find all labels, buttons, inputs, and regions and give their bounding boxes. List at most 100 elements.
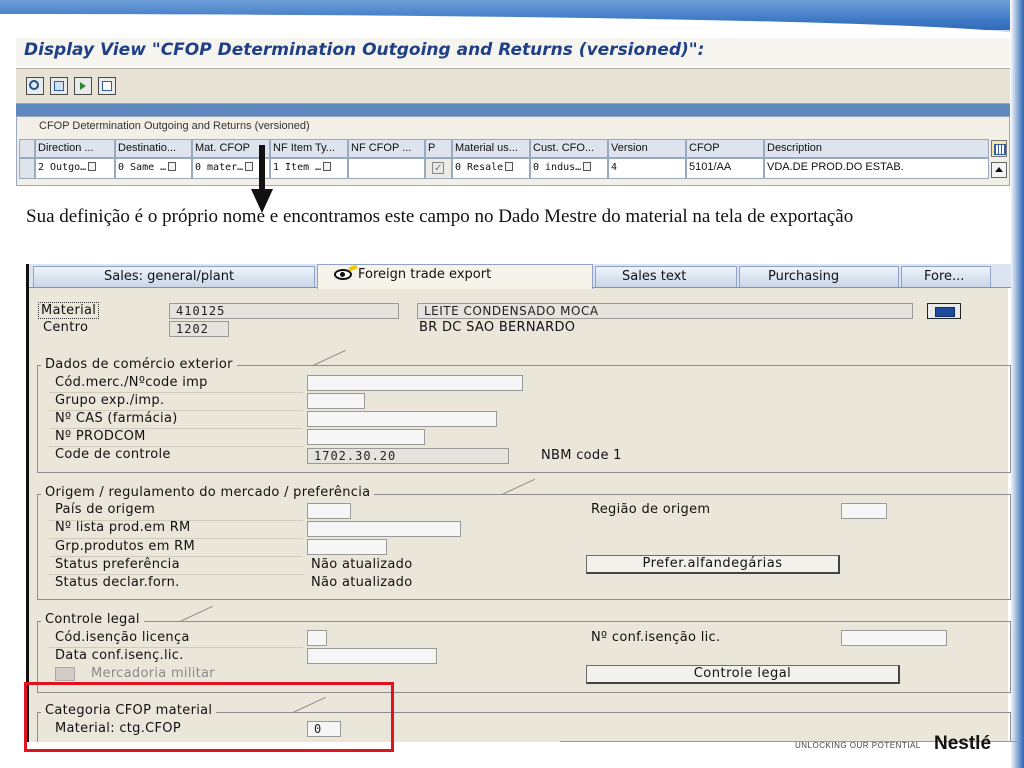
preference-status-value: Não atualizado	[311, 557, 413, 572]
exemption-confirmation-field[interactable]	[841, 630, 947, 646]
tab-label: Purchasing	[768, 269, 840, 284]
sap-view-title: Display View "CFOP Determination Outgoin…	[24, 40, 705, 60]
tab-label: Sales: general/plant	[104, 269, 235, 284]
country-of-origin-field[interactable]	[307, 503, 351, 519]
column-header[interactable]: CFOP	[686, 139, 764, 158]
group-title: Controle legal	[41, 612, 144, 627]
group-title: Dados de comércio exterior	[41, 357, 237, 372]
commodity-code-field[interactable]	[307, 375, 523, 391]
table-cell[interactable]: VDA.DE PROD.DO ESTAB.	[764, 158, 989, 179]
column-settings-icon[interactable]	[991, 140, 1007, 157]
field-label: Data conf.isenç.lic.	[55, 648, 184, 663]
column-header[interactable]: Material us...	[452, 139, 530, 158]
highlight-box	[24, 682, 394, 752]
find-icon[interactable]	[26, 77, 44, 95]
field-label: Nº PRODCOM	[55, 429, 146, 444]
f4-help-icon[interactable]	[88, 162, 97, 171]
checkbox-icon[interactable]	[432, 160, 444, 177]
field-label: País de origem	[55, 502, 156, 517]
table-cell[interactable]: 1 Item …	[270, 158, 348, 179]
row-selector[interactable]	[19, 158, 35, 179]
material-description-field[interactable]: LEITE CONDENSADO MOCA	[417, 303, 913, 319]
column-header[interactable]: P	[425, 139, 452, 158]
export-group-field[interactable]	[307, 393, 365, 409]
exemption-confirmation-label: Nº conf.isenção lic.	[591, 630, 721, 645]
table-cell[interactable]	[425, 158, 452, 179]
tab-foreign-trade-export[interactable]: Foreign trade export	[317, 264, 593, 289]
cust-cfop-value: 0 indus…	[533, 162, 582, 173]
f4-help-icon[interactable]	[583, 162, 592, 171]
centro-label: Centro	[43, 320, 89, 335]
legal-control-button[interactable]: Controle legal	[586, 665, 900, 684]
region-of-origin-field[interactable]	[841, 503, 887, 519]
export-icon[interactable]	[74, 77, 92, 95]
table-separator	[16, 104, 1010, 116]
slide-right-border	[1010, 0, 1024, 768]
rm-list-field[interactable]	[307, 521, 461, 537]
material-master-screen: Sales: general/plant Foreign trade expor…	[26, 264, 1011, 742]
column-header[interactable]: Direction ...	[35, 139, 115, 158]
brand-logo: Nestlé	[934, 733, 992, 754]
prodcom-field[interactable]	[307, 429, 425, 445]
f4-help-icon[interactable]	[505, 162, 514, 171]
table-cell[interactable]	[348, 158, 425, 179]
f4-help-icon[interactable]	[168, 162, 177, 171]
row-select-header[interactable]	[19, 139, 35, 158]
field-label: Status preferência	[55, 557, 180, 572]
tab-strip: Sales: general/plant Foreign trade expor…	[29, 264, 1011, 289]
nf-item-type-value: 1 Item …	[273, 162, 322, 173]
tab-label: Sales text	[622, 269, 687, 284]
exemption-date-field[interactable]	[307, 648, 437, 664]
cas-number-field[interactable]	[307, 411, 497, 427]
column-header[interactable]: Cust. CFO...	[530, 139, 608, 158]
column-header[interactable]: Destinatio...	[115, 139, 192, 158]
tab-label: Fore...	[924, 269, 965, 284]
region-of-origin-label: Região de origem	[591, 502, 711, 517]
rm-product-group-field[interactable]	[307, 539, 387, 555]
table-cell[interactable]: 4	[608, 158, 686, 179]
field-label: Grupo exp./imp.	[55, 393, 165, 408]
table-view-icon[interactable]	[50, 77, 68, 95]
foreign-trade-icon	[334, 269, 352, 280]
table-cell[interactable]: 0 Resale	[452, 158, 530, 179]
field-label: Nº CAS (farmácia)	[55, 411, 178, 426]
destination-value: 0 Same …	[118, 162, 167, 173]
direction-value: 2 Outgo…	[38, 162, 87, 173]
control-code-field[interactable]: 1702.30.20	[307, 448, 509, 464]
tab-sales-general-plant[interactable]: Sales: general/plant	[33, 266, 315, 287]
column-header[interactable]: Description	[764, 139, 989, 158]
tab-more[interactable]: Fore...	[901, 266, 991, 287]
centro-description: BR DC SAO BERNARDO	[419, 320, 576, 335]
footer-tagline: UNLOCKING OUR POTENTIAL	[795, 741, 921, 750]
f4-help-icon[interactable]	[323, 162, 332, 171]
ncm-code-label: NBM code 1	[541, 448, 622, 463]
centro-field[interactable]: 1202	[169, 321, 229, 337]
tab-purchasing[interactable]: Purchasing	[739, 266, 899, 287]
military-goods-label: Mercadoria militar	[91, 666, 215, 681]
column-header[interactable]: NF Item Ty...	[270, 139, 348, 158]
material-label: Material	[38, 302, 100, 319]
table-cell[interactable]: 2 Outgo…	[35, 158, 115, 179]
material-usage-value: 0 Resale	[455, 162, 504, 173]
table-cell[interactable]: 5101/AA	[686, 158, 764, 179]
field-label: Cód.merc./Nºcode imp	[55, 375, 208, 390]
field-label: Grp.produtos em RM	[55, 539, 195, 554]
table-cell[interactable]: 0 indus…	[530, 158, 608, 179]
material-info-icon[interactable]	[927, 303, 961, 319]
group-tab-edge	[312, 349, 346, 366]
customs-preference-button[interactable]: Prefer.alfandegárias	[586, 555, 840, 574]
vendor-declaration-status-value: Não atualizado	[311, 575, 413, 590]
document-icon[interactable]	[98, 77, 116, 95]
material-number-field[interactable]: 410125	[169, 303, 399, 319]
sap-toolbar	[16, 68, 1010, 104]
table-cell[interactable]: 0 Same …	[115, 158, 192, 179]
column-header[interactable]: Version	[608, 139, 686, 158]
license-exemption-field[interactable]	[307, 630, 327, 646]
tab-label: Foreign trade export	[358, 267, 492, 282]
table-caption: CFOP Determination Outgoing and Returns …	[39, 120, 310, 132]
tab-sales-text[interactable]: Sales text	[595, 266, 737, 287]
military-goods-checkbox[interactable]	[55, 667, 75, 681]
column-header[interactable]: NF CFOP ...	[348, 139, 425, 158]
scroll-up-icon[interactable]	[991, 162, 1007, 178]
cfop-table: CFOP Determination Outgoing and Returns …	[16, 116, 1010, 186]
